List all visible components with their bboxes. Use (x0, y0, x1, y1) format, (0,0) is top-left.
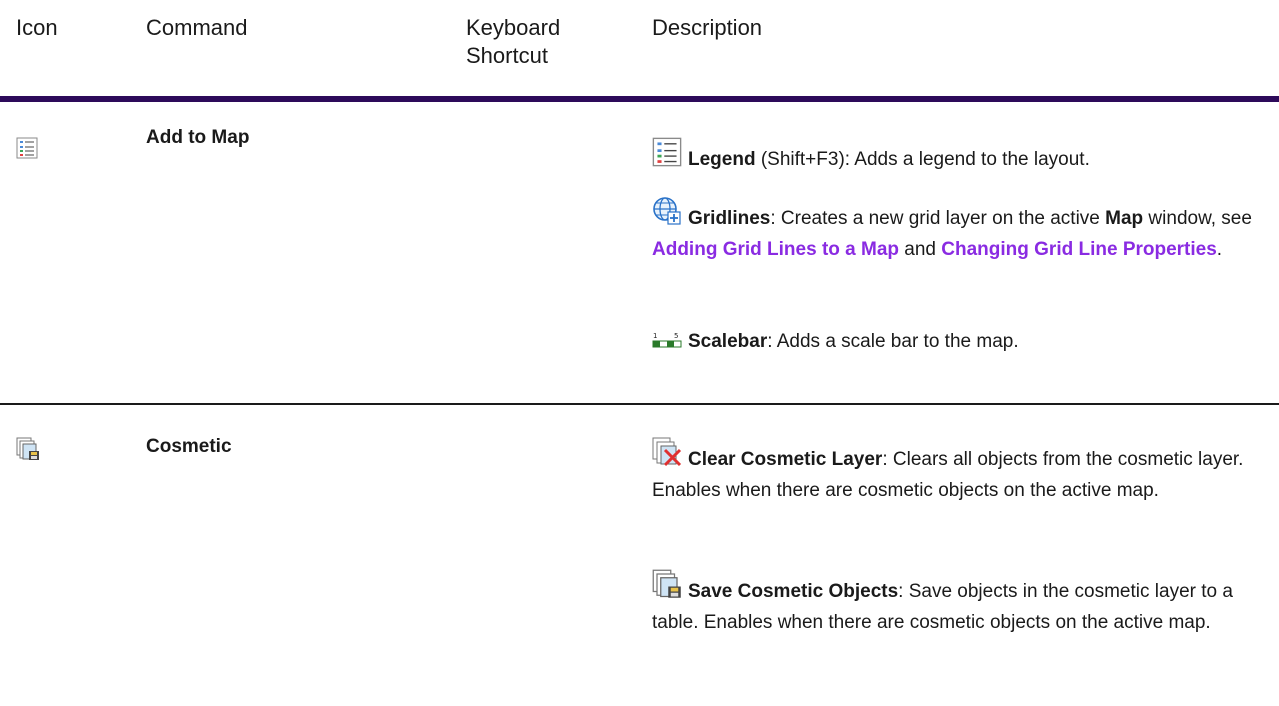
legend-text: (Shift+F3): Adds a legend to the layout. (755, 149, 1090, 170)
header-icon: Icon (16, 15, 58, 40)
command-cosmetic: Cosmetic (146, 436, 232, 457)
save-cosmetic-name: Save Cosmetic Objects (688, 581, 899, 602)
svg-text:1: 1 (653, 332, 657, 340)
header-keyboard-shortcut: Keyboard Shortcut (466, 15, 561, 68)
desc-clear-cosmetic: Clear Cosmetic Layer: Clears all objects… (652, 437, 1277, 505)
scalebar-icon: 1 5 (652, 329, 682, 358)
map-bold: Map (1105, 208, 1144, 229)
legend-icon (16, 137, 38, 164)
desc-scalebar: 1 5 Scalebar: Adds a scale bar to the ma… (652, 327, 1277, 358)
desc-gridlines: Gridlines: Creates a new grid layer on t… (652, 196, 1277, 264)
header-command: Command (146, 15, 248, 40)
clear-cosmetic-name: Clear Cosmetic Layer (688, 449, 883, 470)
gridlines-name: Gridlines (688, 208, 771, 229)
header-description: Description (652, 15, 763, 40)
scalebar-text: : Adds a scale bar to the map. (767, 331, 1019, 352)
clear-cosmetic-icon (652, 437, 682, 476)
legend-icon (652, 137, 682, 176)
svg-text:5: 5 (674, 332, 678, 340)
save-cosmetic-icon (652, 569, 682, 608)
desc-save-cosmetic: Save Cosmetic Objects: Save objects in t… (652, 569, 1277, 637)
gridlines-icon (652, 196, 682, 235)
legend-name: Legend (688, 149, 756, 170)
gridlines-text-d: . (1216, 239, 1223, 260)
header-divider (0, 96, 1279, 102)
save-cosmetic-icon (16, 437, 40, 466)
command-add-to-map: Add to Map (146, 127, 250, 148)
gridlines-text-c: and (899, 239, 942, 260)
desc-legend: Legend (Shift+F3): Adds a legend to the … (652, 137, 1277, 176)
link-adding-grid-lines[interactable]: Adding Grid Lines to a Map (652, 239, 899, 260)
row-divider (0, 403, 1279, 405)
gridlines-text-b: window, see (1143, 208, 1252, 229)
link-changing-grid-line-properties[interactable]: Changing Grid Line Properties (941, 239, 1217, 260)
gridlines-text-a: : Creates a new grid layer on the active (770, 208, 1106, 229)
scalebar-name: Scalebar (688, 331, 768, 352)
